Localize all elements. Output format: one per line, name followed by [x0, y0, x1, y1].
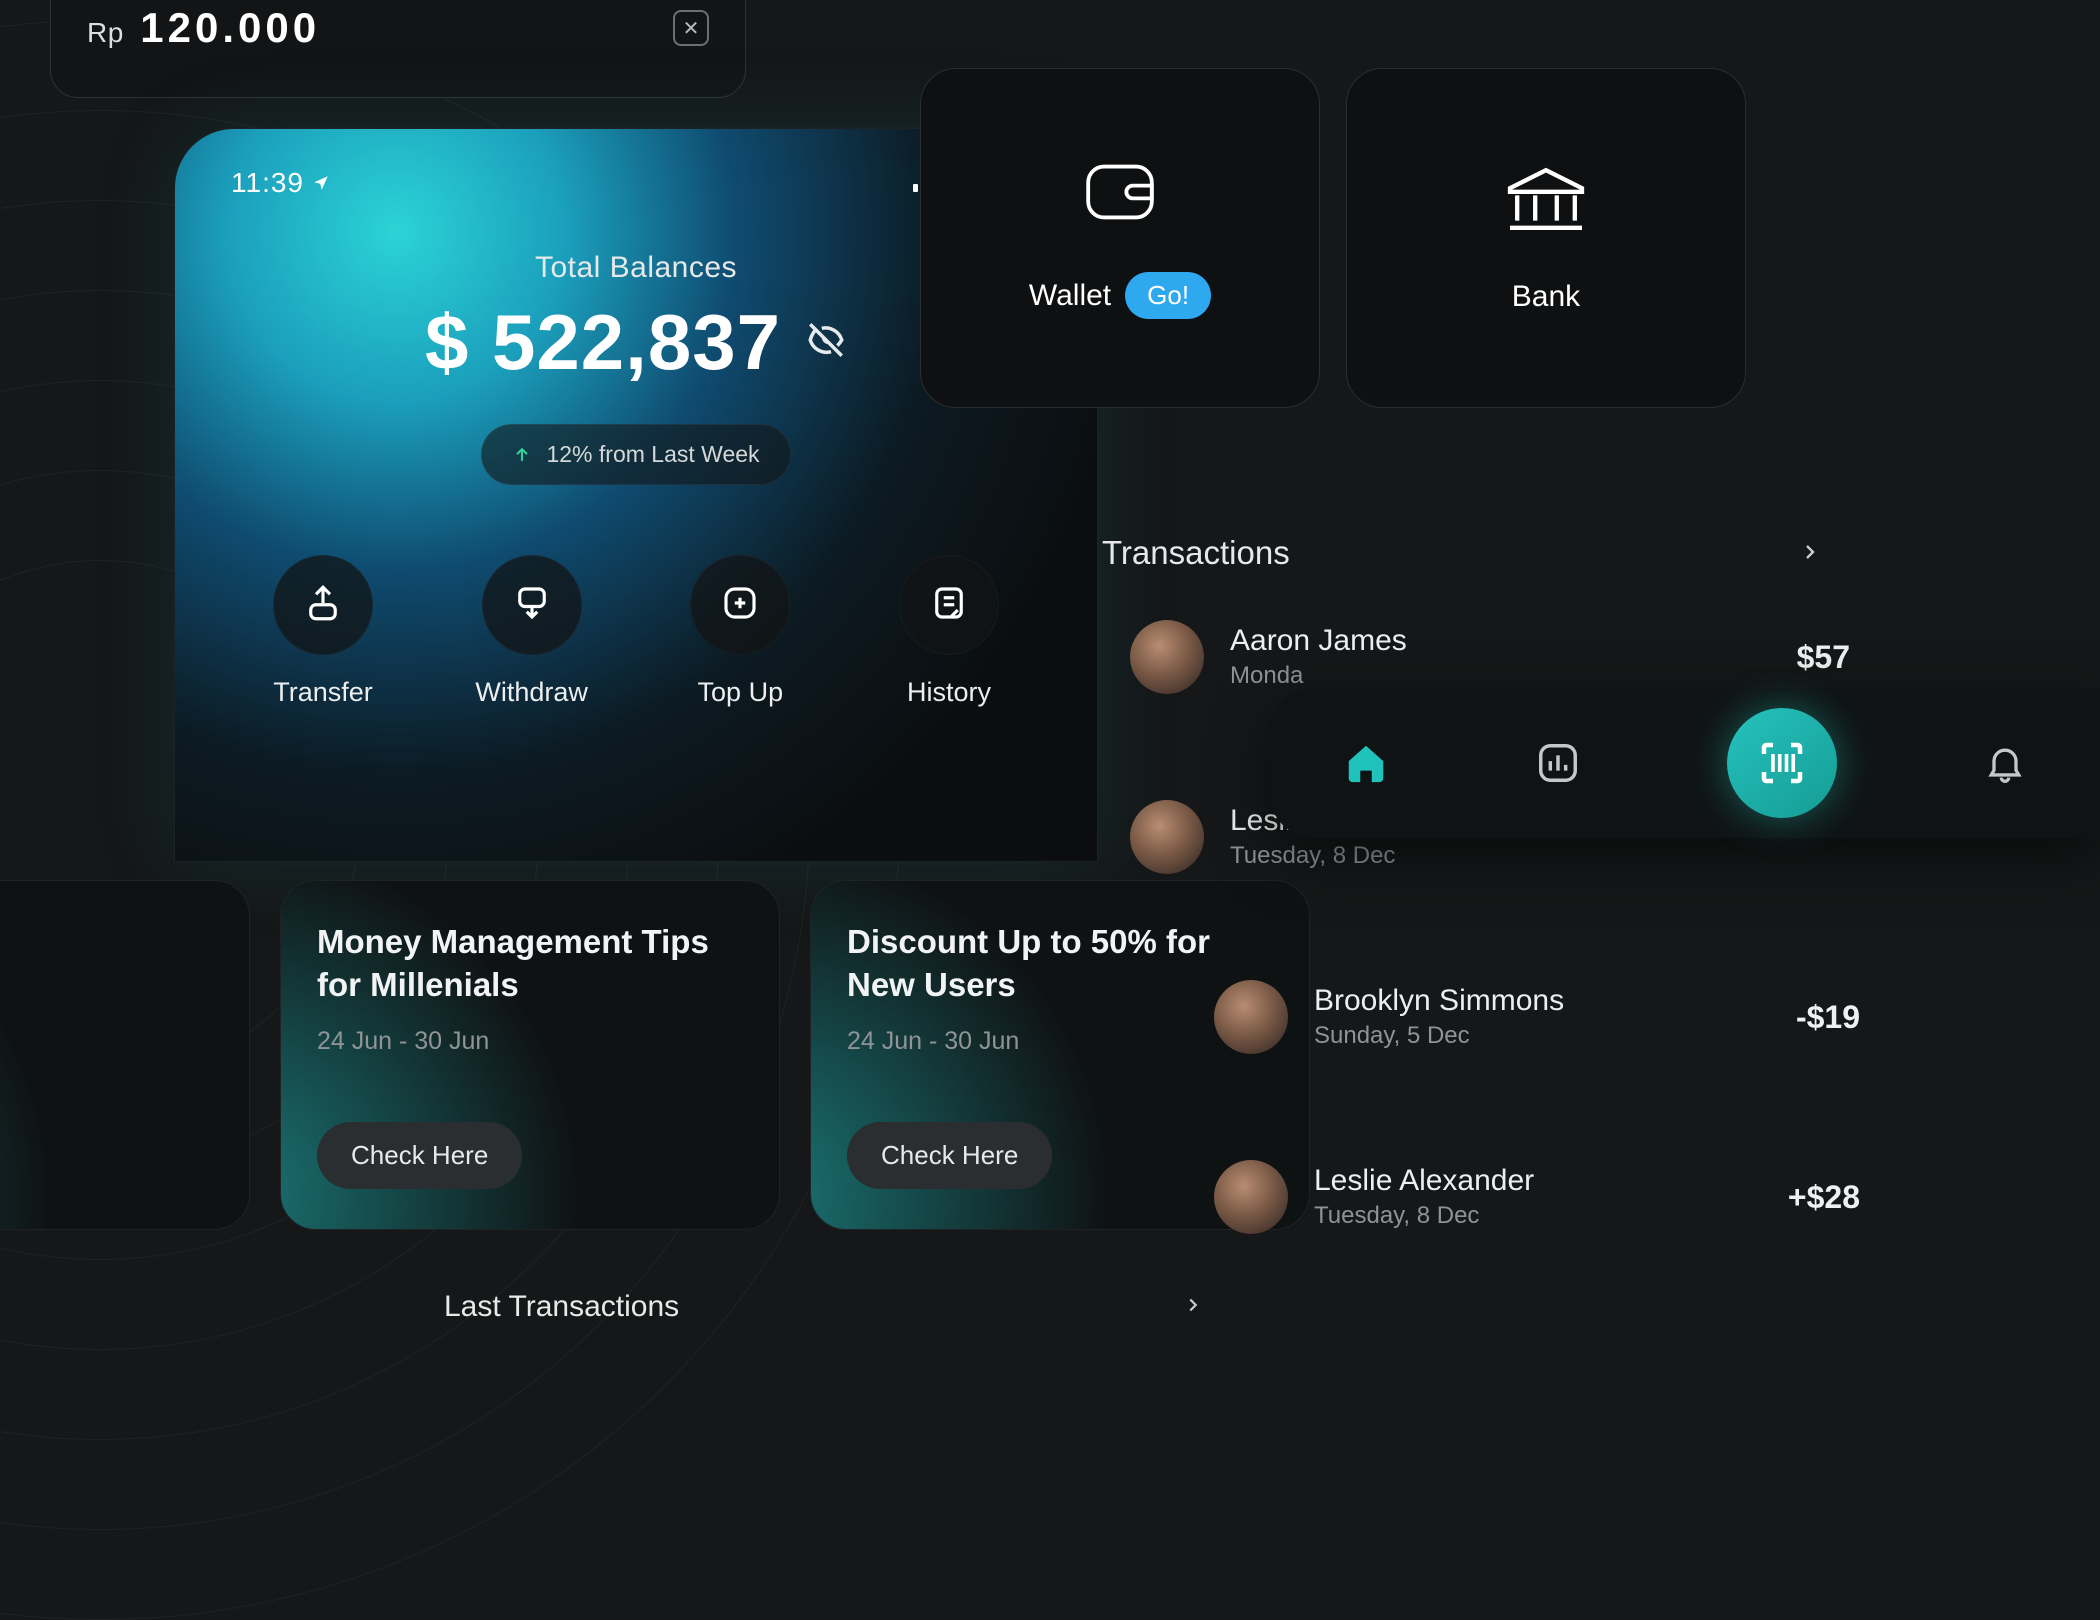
transaction-row[interactable]: Leslie Alexander Tuesday, 8 Dec +$28: [1260, 1160, 1860, 1234]
tx-when: Tuesday, 8 Dec: [1314, 1202, 1534, 1230]
transaction-row[interactable]: Aaron James Monda $57: [1130, 620, 1850, 694]
balance-amount: $ 522,837: [425, 297, 781, 388]
tile-wallet[interactable]: Wallet Go!: [920, 68, 1320, 408]
tx-name: Leslie Alexander: [1314, 1164, 1534, 1198]
transfer-icon: [302, 582, 344, 629]
arrow-up-icon: [512, 445, 532, 465]
tx-amount: -$19: [1796, 999, 1860, 1036]
promo-title-a: Discount Up to 50% for: [847, 923, 1210, 960]
amount-card: Rp 120.000 ✕: [50, 0, 746, 98]
currency-label: Rp: [87, 17, 124, 48]
last-transactions-label: Last Transactions: [444, 1290, 679, 1324]
status-time: 11:39: [231, 167, 304, 199]
promo-title-b: New Users: [847, 966, 1016, 1003]
tx-amount: +$28: [1788, 1179, 1860, 1216]
avatar: [1214, 1160, 1288, 1234]
action-history[interactable]: History: [849, 555, 1049, 708]
action-withdraw[interactable]: Withdraw: [432, 555, 632, 708]
chevron-right-icon: [1182, 1290, 1204, 1324]
promo-cta-button[interactable]: Check Here: [847, 1122, 1052, 1189]
avatar: [1214, 980, 1288, 1054]
promo-title-a: Money Management Tips: [317, 923, 709, 960]
tile-label: Bank: [1512, 280, 1580, 314]
amount-value: 120.000: [140, 4, 320, 51]
last-transactions-header[interactable]: Last Transactions: [444, 1290, 1204, 1324]
bank-icon: [1501, 163, 1591, 240]
tile-bank[interactable]: Bank: [1346, 68, 1746, 408]
tx-when: Sunday, 5 Dec: [1314, 1022, 1564, 1050]
nav-home-icon[interactable]: [1343, 740, 1389, 786]
action-topup[interactable]: Top Up: [640, 555, 840, 708]
promo-dates: 24 Jun - 30 Jun: [317, 1027, 743, 1056]
action-label: Transfer: [273, 677, 373, 708]
go-badge[interactable]: Go!: [1125, 272, 1211, 319]
eye-off-icon[interactable]: [805, 319, 847, 366]
history-icon: [928, 582, 970, 629]
tx-when: Tuesday, 8 Dec: [1230, 842, 1395, 870]
promo-dates: 24 Jun - 30 Jun: [847, 1027, 1273, 1056]
action-label: Top Up: [698, 677, 784, 708]
tx-name: Aaron James: [1230, 624, 1407, 658]
tx-amount: $57: [1797, 639, 1850, 676]
promo-card[interactable]: Money Management Tips for Millenials 24 J…: [280, 880, 780, 1230]
trend-pill: 12% from Last Week: [481, 424, 790, 485]
location-icon: [312, 167, 330, 199]
quick-actions: Transfer Withdraw Top Up History: [175, 555, 1097, 708]
tx-when: Monda: [1230, 662, 1407, 690]
transaction-row[interactable]: Brooklyn Simmons Sunday, 5 Dec -$19: [1260, 980, 1860, 1054]
action-label: Withdraw: [475, 677, 588, 708]
promo-title-b: for Millenials: [317, 966, 519, 1003]
nav-stats-icon[interactable]: [1535, 740, 1581, 786]
action-transfer[interactable]: Transfer: [223, 555, 423, 708]
transactions-title: Transactions: [1102, 534, 1290, 572]
tx-name: Brooklyn Simmons: [1314, 984, 1564, 1018]
promo-cta-button[interactable]: Check Here: [317, 1122, 522, 1189]
nav-scan-button[interactable]: [1727, 708, 1837, 818]
transactions-header[interactable]: Transactions: [1102, 534, 1822, 572]
withdraw-icon: [511, 582, 553, 629]
promo-card[interactable]: tow Users ere: [0, 880, 250, 1230]
wallet-icon: [1081, 157, 1159, 232]
avatar: [1130, 800, 1204, 874]
action-label: History: [907, 677, 991, 708]
bottom-nav: [1270, 688, 2100, 838]
topup-icon: [719, 582, 761, 629]
trend-text: 12% from Last Week: [546, 441, 759, 468]
tile-label: Wallet: [1029, 279, 1111, 313]
close-icon[interactable]: ✕: [673, 10, 709, 46]
chevron-right-icon: [1798, 534, 1822, 572]
avatar: [1130, 620, 1204, 694]
nav-bell-icon[interactable]: [1983, 741, 2027, 785]
